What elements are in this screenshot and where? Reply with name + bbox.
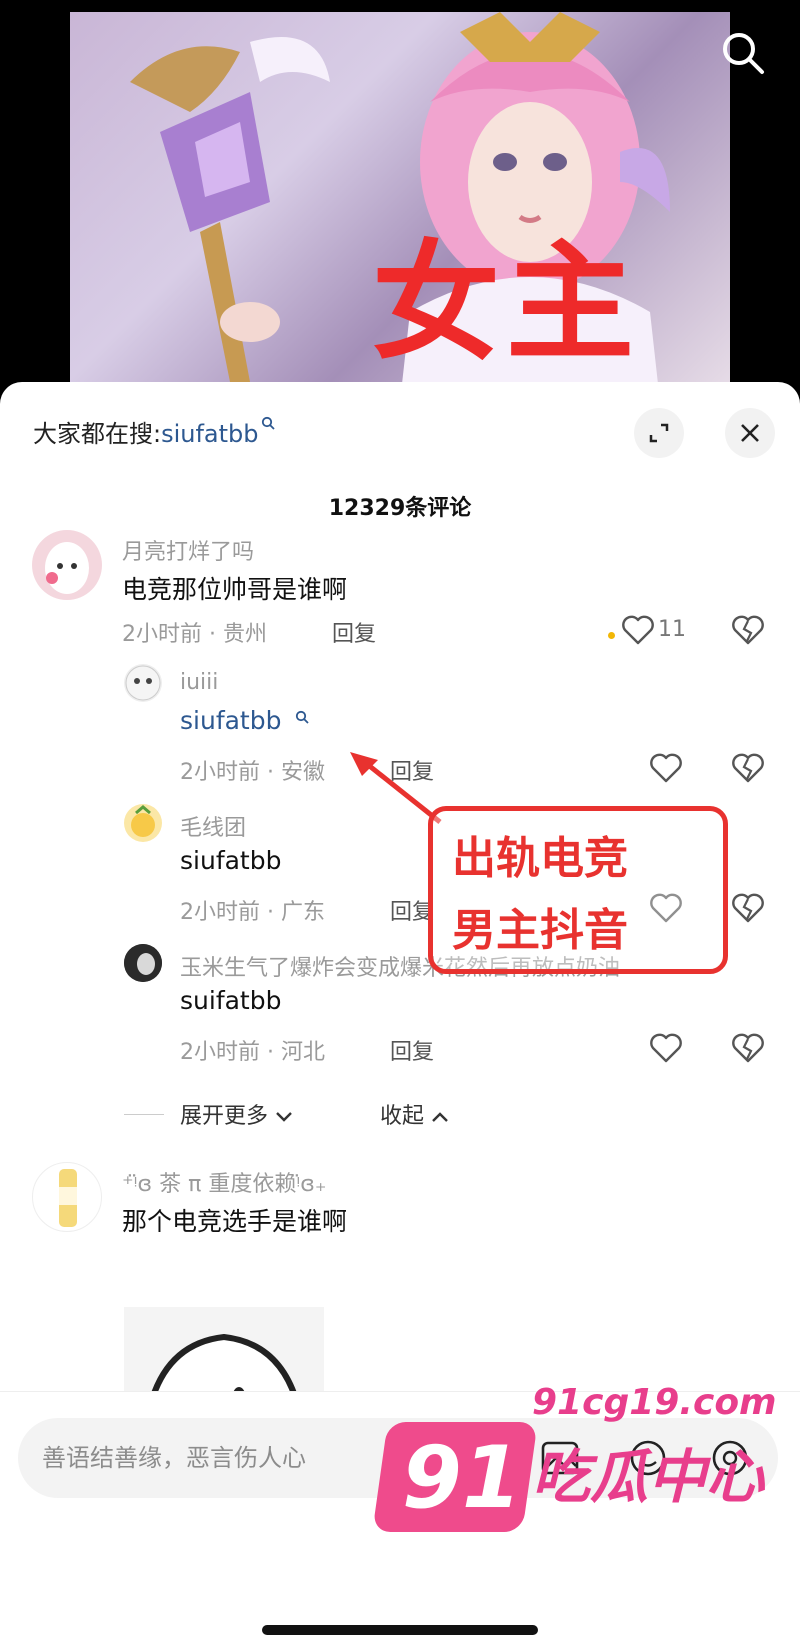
chevron-down-icon: [276, 1112, 292, 1122]
hot-search-term[interactable]: siufatbb: [161, 420, 258, 448]
hot-search-prefix: 大家都在搜:: [33, 420, 162, 448]
avatar[interactable]: [32, 1162, 102, 1232]
close-button[interactable]: [725, 408, 775, 458]
expand-icon: [649, 423, 669, 443]
comment-meta: 2小时前 · 广东: [180, 900, 325, 925]
expand-more-label: 展开更多: [180, 1104, 269, 1129]
avatar[interactable]: [32, 530, 102, 600]
comment-text: 电竞那位帅哥是谁啊: [122, 575, 348, 604]
comment-text: 那个电竞选手是谁啊: [122, 1207, 348, 1236]
annotation-line-2: 男主抖音: [452, 905, 628, 956]
replies-toggle-row: 展开更多 收起: [0, 1094, 800, 1134]
divider: [124, 1114, 164, 1115]
video-area[interactable]: 女主: [0, 0, 800, 402]
watermark-number: 91: [402, 1428, 522, 1528]
dislike-icon[interactable]: [730, 612, 766, 648]
like-count: 11: [658, 617, 686, 642]
avatar-image: [125, 665, 161, 701]
close-icon: [741, 424, 759, 442]
dislike-icon[interactable]: [730, 750, 766, 786]
like-icon[interactable]: [620, 612, 656, 648]
comment-username[interactable]: 毛线团: [180, 810, 246, 842]
comment-username[interactable]: ⁺ᵎ̈ɞ 茶 π 重度依赖ᵎ̈ɞ₊: [122, 1166, 327, 1198]
comment-sheet: 大家都在搜:siufatbb 12329条评论 月亮打烊了吗 电竞那位帅哥是谁啊…: [0, 382, 800, 1646]
magic-staff-image: [130, 37, 330, 382]
collapse-button[interactable]: 收起: [380, 1098, 449, 1130]
watermark-domain: 91cg19.com: [532, 1382, 777, 1423]
reply-button[interactable]: 回复: [332, 616, 376, 648]
comment-username[interactable]: 月亮打烊了吗: [122, 534, 254, 566]
comment-username[interactable]: iuiii: [180, 670, 218, 695]
avatar-image: [45, 542, 89, 594]
comment-text: suifatbb: [180, 986, 282, 1015]
expand-more-button[interactable]: 展开更多: [180, 1098, 293, 1130]
comment-item: 月亮打烊了吗 电竞那位帅哥是谁啊 2小时前 · 贵州 回复 11: [0, 530, 800, 660]
comment-meta: 2小时前 · 贵州: [122, 622, 267, 647]
chevron-up-icon: [432, 1112, 448, 1122]
watermark: 91 91cg19.com 吃瓜中心: [372, 1382, 780, 1542]
reply-button[interactable]: 回复: [390, 1034, 434, 1066]
avatar[interactable]: [124, 804, 162, 842]
avatar[interactable]: [124, 944, 162, 982]
comment-meta: 2小时前 · 安徽: [180, 760, 325, 785]
hot-search[interactable]: 大家都在搜:siufatbb: [33, 414, 275, 449]
home-indicator: [262, 1625, 538, 1635]
like-icon[interactable]: [648, 1030, 684, 1066]
video-overlay-text: 女主: [372, 229, 641, 378]
dislike-icon[interactable]: [730, 1030, 766, 1066]
dislike-icon[interactable]: [730, 890, 766, 926]
avatar-image: [124, 944, 162, 982]
expand-button[interactable]: [634, 408, 684, 458]
comment-text[interactable]: siufatbb: [180, 706, 281, 735]
avatar-image: [131, 805, 155, 837]
comment-text: siufatbb: [180, 846, 282, 875]
collapse-label: 收起: [380, 1104, 425, 1129]
avatar-image: [59, 1169, 77, 1227]
like-icon[interactable]: [648, 750, 684, 786]
avatar[interactable]: [124, 664, 162, 702]
watermark-name: 吃瓜中心: [532, 1443, 765, 1511]
search-small-icon: [295, 710, 309, 724]
annotation-line-1: 出轨电竞: [452, 833, 628, 884]
sheet-header: 大家都在搜:siufatbb: [0, 382, 800, 474]
search-small-icon: [261, 416, 275, 430]
search-icon[interactable]: [718, 28, 768, 78]
comment-meta: 2小时前 · 河北: [180, 1040, 325, 1065]
comment-count: 12329条评论: [328, 496, 472, 521]
unread-dot: [608, 632, 615, 639]
